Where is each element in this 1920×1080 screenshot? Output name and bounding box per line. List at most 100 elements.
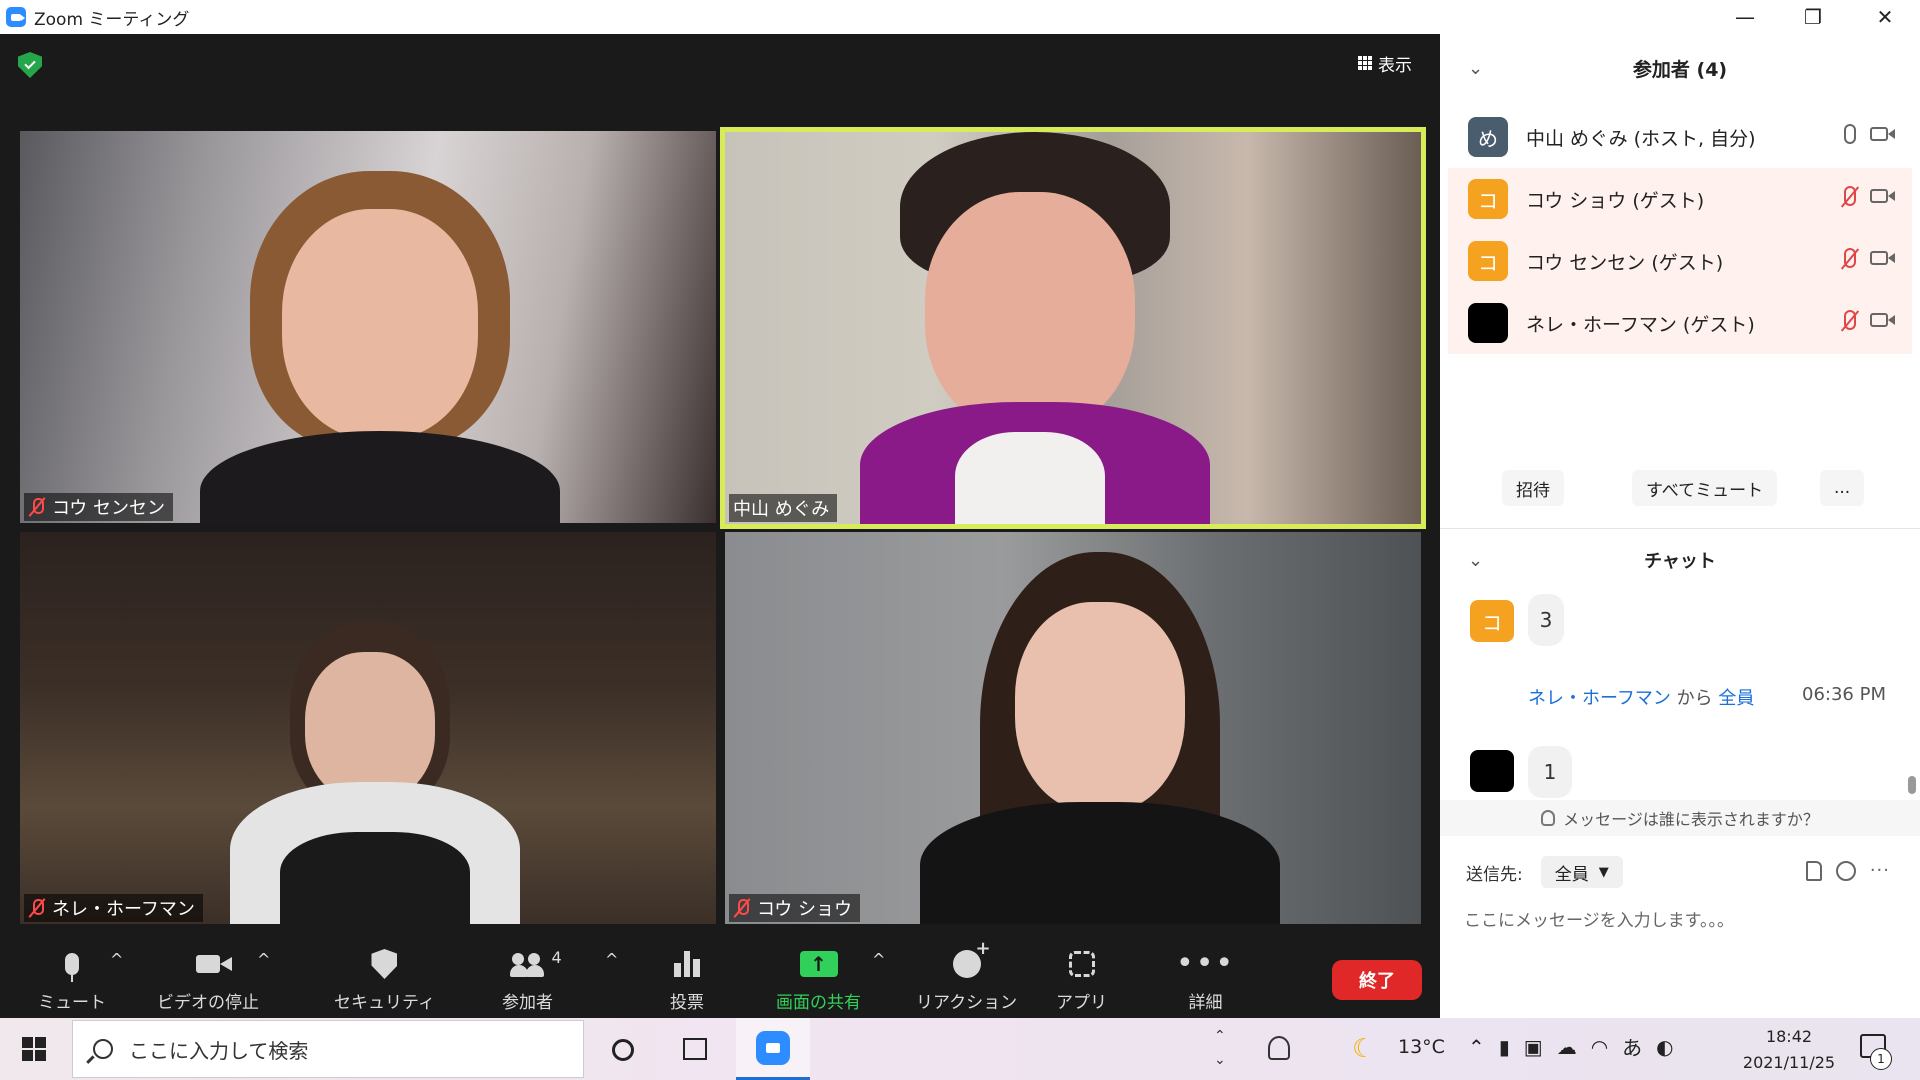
chat-sender[interactable]: ネレ・ホーフマン: [1528, 688, 1671, 709]
notification-badge: 1: [1870, 1048, 1892, 1070]
chat-tools: ···: [1805, 860, 1890, 881]
muted-mic-icon[interactable]: [1844, 186, 1856, 206]
muted-mic-icon[interactable]: [1844, 248, 1856, 268]
participant-name: コウ センセン: [52, 498, 166, 519]
participants-more-button[interactable]: ...: [1820, 470, 1865, 506]
video-camera-icon[interactable]: [1870, 127, 1895, 141]
windows-start-icon[interactable]: [22, 1037, 46, 1061]
mute-all-button[interactable]: すべてミュート: [1632, 470, 1778, 506]
cloud-icon[interactable]: ☁: [1557, 1035, 1577, 1059]
avatar: コ: [1468, 241, 1508, 281]
taskbar-search[interactable]: ここに入力して検索: [72, 1020, 584, 1078]
video-camera-icon[interactable]: [1870, 313, 1895, 327]
title-bar: Zoom ミーティング — ❐ ✕: [0, 0, 1920, 34]
reactions-button[interactable]: リアクション: [916, 938, 1017, 1016]
participant-row[interactable]: め 中山 めぐみ (ホスト, 自分): [1448, 106, 1912, 168]
clock-time: 18:42: [1765, 1027, 1813, 1046]
cortana-icon[interactable]: [612, 1039, 634, 1061]
shield-icon: [371, 949, 398, 979]
invite-button[interactable]: 招待: [1502, 470, 1564, 506]
more-dots-icon: •••: [1176, 946, 1236, 981]
muted-mic-icon: [28, 497, 46, 517]
video-tile[interactable]: コウ センセン: [20, 131, 716, 523]
wifi-icon[interactable]: ◠: [1591, 1035, 1608, 1059]
participants-button[interactable]: 4 参加者: [502, 944, 562, 1016]
restore-button[interactable]: ❐: [1778, 0, 1848, 34]
stop-video-button[interactable]: ビデオの停止: [157, 944, 259, 1016]
avatar: コ: [1470, 600, 1514, 642]
apps-icon: [1068, 951, 1095, 977]
ime-indicator[interactable]: あ: [1622, 1032, 1642, 1061]
task-view-icon[interactable]: [683, 1038, 707, 1060]
view-button[interactable]: 表示: [1348, 46, 1422, 80]
send-to-row: 送信先: 全員 ▼: [1466, 854, 1623, 890]
share-screen-button[interactable]: ↑ 画面の共有: [776, 944, 861, 1016]
apps-button[interactable]: アプリ: [1056, 944, 1107, 1016]
participant-row[interactable]: コ コウ センセン (ゲスト): [1448, 230, 1912, 292]
more-dots-icon[interactable]: ···: [1870, 860, 1890, 881]
security-shield-icon[interactable]: [18, 52, 42, 78]
participants-options-caret[interactable]: ^: [605, 950, 618, 969]
microphone-icon: [65, 953, 79, 982]
screen-icon[interactable]: ▣: [1524, 1035, 1543, 1059]
video-options-caret[interactable]: ^: [257, 950, 270, 969]
chat-recipient[interactable]: 全員: [1718, 688, 1754, 709]
show-hidden-icons-chevron-icon[interactable]: ⌃: [1468, 1035, 1485, 1059]
avatar: め: [1468, 117, 1508, 157]
chat-scrollbar[interactable]: [1908, 594, 1916, 794]
video-tile[interactable]: コウ ショウ: [725, 532, 1421, 924]
taskbar-clock[interactable]: 18:42 2021/11/25: [1734, 1024, 1844, 1076]
avatar: コ: [1468, 179, 1508, 219]
video-tile-active-speaker[interactable]: 中山 めぐみ: [720, 127, 1426, 529]
polls-button[interactable]: 投票: [670, 944, 704, 1016]
chat-scrollbar-thumb[interactable]: [1908, 776, 1916, 794]
chat-timestamp: 06:36 PM: [1802, 684, 1886, 705]
participants-list: め 中山 めぐみ (ホスト, 自分) コ コウ ショウ (ゲスト) コ コウ セ…: [1448, 106, 1912, 354]
night-light-icon[interactable]: ◐: [1656, 1035, 1673, 1059]
video-tile[interactable]: ネレ・ホーフマン: [20, 532, 716, 924]
bar-chart-icon: [674, 951, 701, 977]
view-label: 表示: [1378, 55, 1412, 76]
participant-row[interactable]: コ コウ ショウ (ゲスト): [1448, 168, 1912, 230]
security-button[interactable]: セキュリティ: [334, 944, 435, 1016]
participant-name: コウ ショウ: [757, 899, 853, 920]
weather-temperature[interactable]: 13°C: [1398, 1036, 1445, 1058]
close-button[interactable]: ✕: [1850, 0, 1920, 34]
emoji-icon[interactable]: [1835, 860, 1856, 881]
muted-mic-icon[interactable]: [1844, 310, 1856, 330]
participants-count: 4: [551, 948, 562, 967]
participant-row[interactable]: ネレ・ホーフマン (ゲスト): [1448, 292, 1912, 354]
chat-from-word: から: [1676, 688, 1713, 709]
muted-mic-icon: [28, 898, 46, 918]
person-lock-icon: [1541, 810, 1556, 826]
zoom-taskbar-button[interactable]: [736, 1018, 810, 1080]
microphone-icon[interactable]: ▮: [1499, 1035, 1510, 1059]
collapse-participants-chevron-icon[interactable]: ⌄: [1468, 58, 1483, 79]
video-camera-icon[interactable]: [1870, 251, 1895, 265]
audio-options-caret[interactable]: ^: [110, 950, 123, 969]
participant-name: コウ センセン (ゲスト): [1526, 251, 1724, 274]
share-arrow-icon: ↑: [799, 951, 838, 977]
people-icon[interactable]: [1268, 1036, 1290, 1060]
minimize-button[interactable]: —: [1710, 0, 1780, 34]
tray-scroll-arrows[interactable]: ⌃ ⌄: [1214, 1024, 1226, 1072]
windows-taskbar: ここに入力して検索 ⌃ ⌄ ☾ 13°C ⌃ ▮ ▣ ☁ ◠ あ ◐ 18:42 …: [0, 1018, 1920, 1080]
collapse-chat-chevron-icon[interactable]: ⌄: [1468, 550, 1483, 571]
end-meeting-button[interactable]: 終了: [1332, 960, 1422, 1000]
chat-message-input[interactable]: [1464, 906, 1894, 936]
microphone-icon[interactable]: [1844, 124, 1856, 144]
who-can-see-link[interactable]: メッセージは誰に表示されますか？: [1440, 800, 1920, 836]
file-icon[interactable]: [1805, 860, 1822, 881]
chevron-down-icon: ▼: [1598, 864, 1609, 880]
send-to-label: 送信先:: [1466, 864, 1523, 885]
video-camera-icon[interactable]: [1870, 189, 1895, 203]
divider: [1440, 528, 1920, 529]
participant-name: ネレ・ホーフマン: [52, 899, 195, 920]
system-tray: ⌃ ▮ ▣ ☁ ◠ あ ◐: [1468, 1032, 1674, 1061]
send-to-dropdown[interactable]: 全員 ▼: [1540, 856, 1623, 888]
mute-button[interactable]: ミュート: [38, 944, 106, 1016]
moon-icon[interactable]: ☾: [1352, 1034, 1375, 1064]
participants-icon: [509, 951, 546, 977]
share-options-caret[interactable]: ^: [872, 950, 885, 969]
more-button[interactable]: ••• 詳細: [1176, 944, 1235, 1016]
